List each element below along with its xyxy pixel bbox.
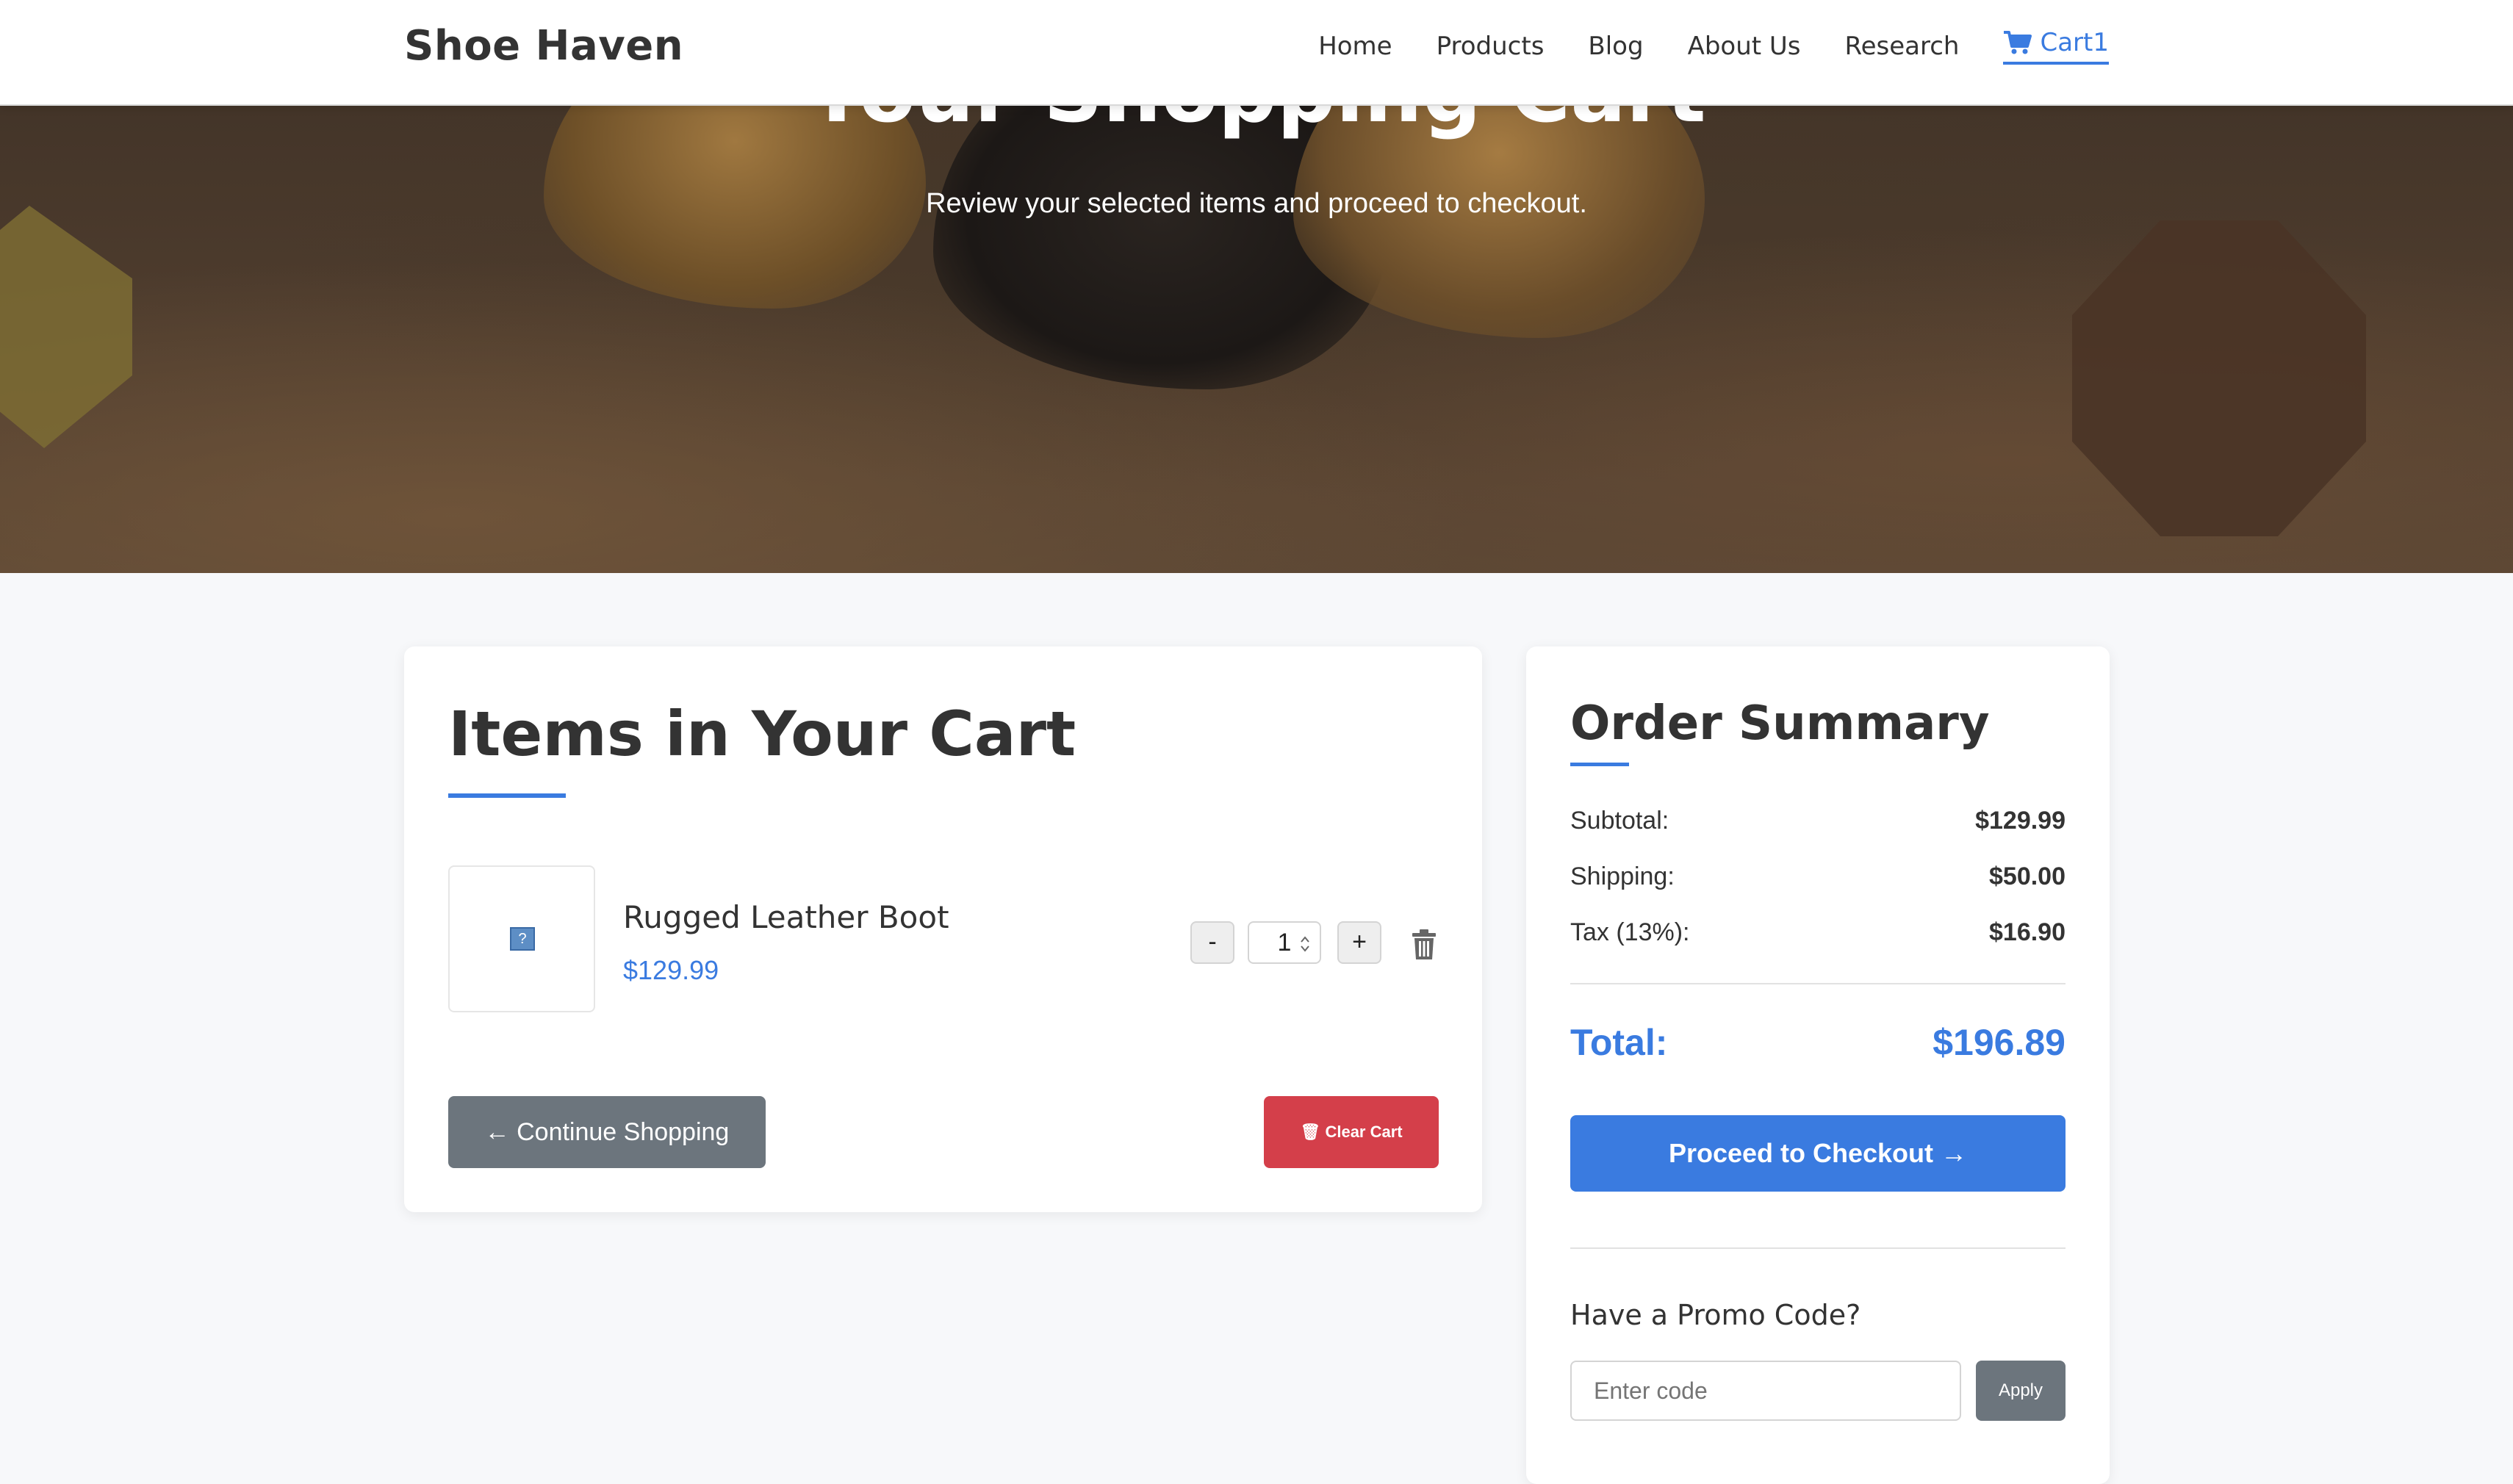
tax-value: $16.90 [1989, 918, 2066, 946]
cart-label: Cart1 [2040, 28, 2109, 57]
shopping-cart-icon [2004, 31, 2032, 54]
broken-image-icon: ? [510, 927, 535, 951]
cart-items-card: Items in Your Cart ? Rugged Leather Boot… [404, 646, 1482, 1212]
arrow-left-icon: ← [484, 1118, 510, 1146]
shipping-value: $50.00 [1989, 862, 2066, 890]
item-name[interactable]: Rugged Leather Boot [623, 899, 949, 935]
shipping-label: Shipping: [1570, 862, 1675, 890]
shipping-row: Shipping: $50.00 [1570, 862, 2066, 899]
clear-cart-label: Clear Cart [1325, 1123, 1403, 1141]
nav-link-cart[interactable]: Cart1 [2003, 28, 2109, 65]
subtotal-value: $129.99 [1975, 807, 2066, 835]
cart-heading-underline [448, 793, 566, 798]
subtotal-label: Subtotal: [1570, 807, 1669, 835]
promo-divider [1570, 1247, 2066, 1249]
clear-cart-button[interactable]: 🗑 Clear Cart [1264, 1096, 1439, 1168]
hero-decoration-left [0, 206, 132, 448]
hero-subtitle: Review your selected items and proceed t… [926, 188, 1587, 219]
hero-decoration-right [2072, 220, 2366, 536]
item-price: $129.99 [623, 955, 719, 985]
cart-heading: Items in Your Cart [448, 698, 1076, 770]
quantity-increase-button[interactable]: + [1337, 921, 1381, 964]
tax-label: Tax (13%): [1570, 918, 1690, 946]
quantity-value: 1 [1277, 929, 1292, 957]
summary-heading: Order Summary [1570, 696, 1990, 751]
total-value: $196.89 [1933, 1022, 2066, 1063]
total-row: Total: $196.89 [1570, 1021, 2066, 1064]
quantity-input[interactable]: 1 [1248, 921, 1321, 964]
checkout-label: Proceed to Checkout [1668, 1138, 1934, 1168]
subtotal-row: Subtotal: $129.99 [1570, 807, 2066, 843]
brand-logo[interactable]: Shoe Haven [404, 22, 683, 70]
nav-link-research[interactable]: Research [1845, 32, 1960, 61]
nav-link-blog[interactable]: Blog [1588, 32, 1643, 61]
promo-code-input[interactable] [1570, 1361, 1961, 1421]
promo-heading: Have a Promo Code? [1570, 1299, 1861, 1331]
nav-links: Home Products Blog About Us Research Car… [1318, 28, 2109, 65]
continue-shopping-label: Continue Shopping [517, 1118, 730, 1146]
nav-link-products[interactable]: Products [1437, 32, 1545, 61]
apply-promo-button[interactable]: Apply [1976, 1361, 2066, 1421]
product-image: ? [448, 865, 595, 1012]
summary-heading-underline [1570, 763, 1629, 766]
trash-icon[interactable] [1409, 929, 1439, 961]
nav-link-home[interactable]: Home [1318, 32, 1392, 61]
total-label: Total: [1570, 1022, 1668, 1063]
proceed-to-checkout-button[interactable]: Proceed to Checkout → [1570, 1115, 2066, 1192]
trash-small-icon: 🗑 [1300, 1123, 1321, 1141]
order-summary-card: Order Summary Subtotal: $129.99 Shipping… [1526, 646, 2110, 1484]
cart-count: 1 [2093, 28, 2109, 57]
continue-shopping-button[interactable]: ← Continue Shopping [448, 1096, 766, 1168]
quantity-decrease-button[interactable]: - [1190, 921, 1234, 964]
arrow-right-icon: → [1941, 1138, 1968, 1168]
summary-divider [1570, 983, 2066, 984]
tax-row: Tax (13%): $16.90 [1570, 918, 2066, 955]
nav-link-about-us[interactable]: About Us [1688, 32, 1801, 61]
navbar: Shoe Haven Home Products Blog About Us R… [0, 0, 2513, 106]
spinner-arrows-icon[interactable] [1299, 934, 1311, 954]
